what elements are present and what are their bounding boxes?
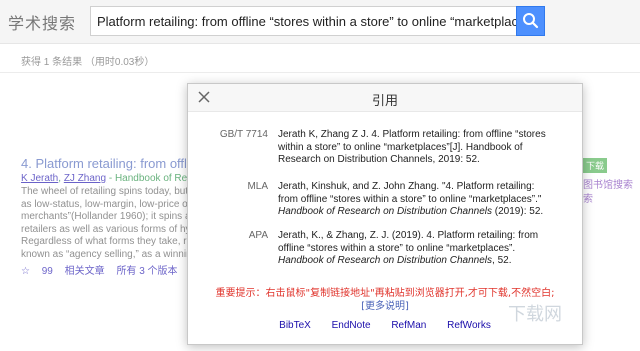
citation-line: Jerath K, Zhang Z J. 4. Platform retaili… (278, 129, 546, 140)
citation-line: Handbook of Research on Distribution Cha… (278, 255, 568, 268)
citation-suffix: (2019): 52. (492, 206, 544, 217)
citation-line: from offline “stores within a store” to … (278, 193, 542, 205)
watermark: 下载网 (508, 304, 562, 325)
citation-format-label: MLA (247, 181, 268, 192)
citation-line: Research on Distribution Channels, 2019:… (278, 154, 480, 165)
citation-text[interactable]: Jerath, Kinshuk, and Z. John Zhang. "4. … (278, 181, 568, 219)
citation-line: Jerath, K., & Zhang, Z. J. (2019). 4. Pl… (278, 230, 539, 241)
citation-line: Handbook of Research on Distribution Cha… (278, 206, 568, 219)
citation-row-mla: MLA Jerath, Kinshuk, and Z. John Zhang. … (188, 181, 582, 221)
citation-text[interactable]: Jerath, K., & Zhang, Z. J. (2019). 4. Pl… (278, 230, 568, 268)
dialog-header: 引用 (188, 84, 582, 112)
export-refman-link[interactable]: RefMan (391, 320, 426, 331)
export-bibtex-link[interactable]: BibTeX (279, 320, 311, 331)
citation-line: Jerath, Kinshuk, and Z. John Zhang. "4. … (278, 181, 535, 192)
citation-format-label: APA (248, 230, 268, 241)
search-button[interactable] (516, 6, 545, 36)
citation-row-apa: APA Jerath, K., & Zhang, Z. J. (2019). 4… (188, 230, 582, 270)
citation-text[interactable]: Jerath K, Zhang Z J. 4. Platform retaili… (278, 129, 568, 167)
citation-journal: Handbook of Research on Distribution Cha… (278, 206, 493, 217)
dialog-title: 引用 (371, 94, 398, 109)
citation-format-label: GB/T 7714 (219, 129, 268, 140)
top-bar: 学术搜索 Platform retailing: from offline “s… (0, 0, 640, 44)
export-endnote-link[interactable]: EndNote (332, 320, 371, 331)
result-stats: 获得 1 条结果 （用时0.03秒） (21, 57, 155, 68)
citation-suffix: , 52. (492, 255, 512, 266)
citation-journal: Handbook of Research on Distribution Cha… (278, 255, 493, 266)
citation-line: within a store” to online “marketplaces”… (278, 141, 523, 153)
search-input[interactable]: Platform retailing: from offline “stores… (90, 6, 516, 36)
citation-line: offline “stores within a store” to onlin… (278, 242, 516, 254)
site-logo[interactable]: 学术搜索 (8, 10, 76, 34)
search-icon (523, 13, 539, 29)
citation-row-gbt: GB/T 7714 Jerath K, Zhang Z J. 4. Platfo… (188, 129, 582, 169)
export-refworks-link[interactable]: RefWorks (447, 320, 491, 331)
